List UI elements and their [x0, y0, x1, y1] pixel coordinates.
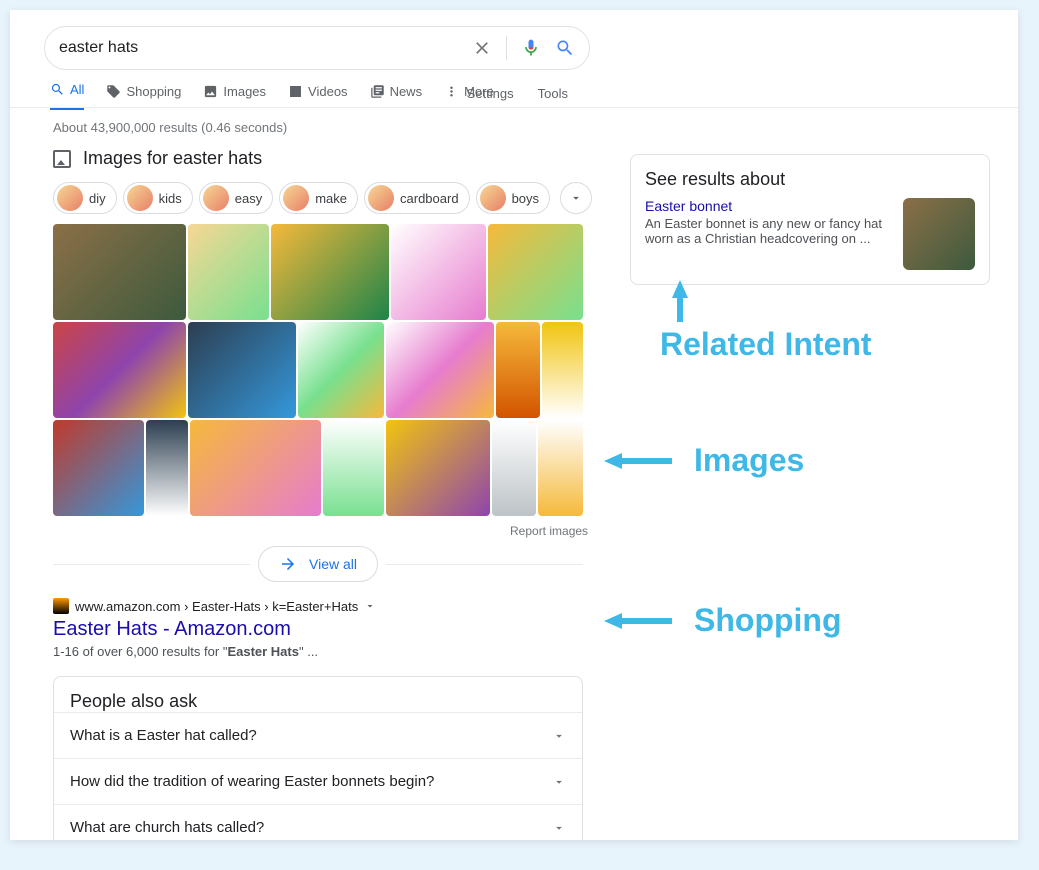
chip-avatar	[127, 185, 153, 211]
divider	[53, 564, 250, 565]
paa-item[interactable]: How did the tradition of wearing Easter …	[54, 758, 582, 804]
paa-heading: People also ask	[54, 677, 582, 712]
chevron-down-icon	[569, 191, 583, 205]
tab-news[interactable]: News	[370, 84, 423, 109]
result-breadcrumb[interactable]: www.amazon.com › Easter-Hats › k=Easter+…	[53, 598, 583, 614]
chip-avatar	[57, 185, 83, 211]
chip-avatar	[368, 185, 394, 211]
result-snippet: 1-16 of over 6,000 results for "Easter H…	[53, 644, 583, 659]
image-thumbnail[interactable]	[188, 322, 296, 418]
tab-label: Videos	[308, 84, 348, 99]
chevron-down-icon	[552, 775, 566, 789]
tab-label: News	[390, 84, 423, 99]
image-thumbnail[interactable]	[488, 224, 583, 320]
image-thumbnail[interactable]	[146, 420, 188, 516]
kp-heading: See results about	[645, 169, 975, 190]
image-thumbnail[interactable]	[386, 322, 495, 418]
chip-diy[interactable]: diy	[53, 182, 117, 214]
microphone-icon[interactable]	[521, 38, 541, 58]
kp-entry[interactable]: Easter bonnet An Easter bonnet is any ne…	[645, 198, 975, 270]
tab-label: Shopping	[126, 84, 181, 99]
tools-row: Settings Tools	[467, 86, 568, 101]
chevron-down-icon	[552, 729, 566, 743]
paa-item[interactable]: What are church hats called?	[54, 804, 582, 840]
chip-boys[interactable]: boys	[476, 182, 550, 214]
knowledge-panel: See results about Easter bonnet An Easte…	[630, 154, 990, 285]
chip-more-button[interactable]	[560, 182, 592, 214]
image-icon	[203, 84, 218, 99]
tag-icon	[106, 84, 121, 99]
annotation-images: Images	[604, 442, 804, 479]
tab-label: Images	[223, 84, 266, 99]
chip-avatar	[203, 185, 229, 211]
annotation-related-intent: Related Intent	[660, 280, 872, 363]
image-thumbnail[interactable]	[298, 322, 384, 418]
more-vert-icon	[444, 84, 459, 99]
search-icon	[50, 82, 65, 97]
image-thumbnail[interactable]	[323, 420, 385, 516]
chip-avatar	[480, 185, 506, 211]
kp-thumbnail	[903, 198, 975, 270]
report-images-link[interactable]: Report images	[510, 524, 588, 538]
paa-item[interactable]: What is a Easter hat called?	[54, 712, 582, 758]
image-thumbnail[interactable]	[391, 224, 487, 320]
organic-result: www.amazon.com › Easter-Hats › k=Easter+…	[53, 598, 583, 659]
image-thumbnail[interactable]	[496, 322, 540, 418]
chevron-down-icon	[552, 821, 566, 835]
chip-easy[interactable]: easy	[199, 182, 273, 214]
search-results-page: All Shopping Images Videos News More Set…	[10, 10, 1018, 840]
kp-snippet: An Easter bonnet is any new or fancy hat…	[645, 216, 891, 246]
search-bar[interactable]	[44, 26, 590, 70]
image-thumbnail[interactable]	[188, 224, 269, 320]
chip-cardboard[interactable]: cardboard	[364, 182, 470, 214]
tab-videos[interactable]: Videos	[288, 84, 348, 109]
view-all-row: View all	[53, 546, 583, 582]
search-icon[interactable]	[555, 38, 575, 58]
news-icon	[370, 84, 385, 99]
play-icon	[288, 84, 303, 99]
settings-link[interactable]: Settings	[467, 86, 514, 101]
image-filter-chips: diy kids easy make cardboard boys	[53, 182, 592, 214]
image-thumbnail[interactable]	[492, 420, 537, 516]
chip-kids[interactable]: kids	[123, 182, 193, 214]
kp-link[interactable]: Easter bonnet	[645, 198, 891, 214]
divider	[506, 36, 507, 60]
image-thumbnail[interactable]	[53, 420, 144, 516]
caret-down-icon[interactable]	[364, 600, 376, 612]
image-icon	[53, 150, 71, 168]
tab-shopping[interactable]: Shopping	[106, 84, 181, 109]
images-heading-text: Images for easter hats	[83, 148, 262, 169]
view-all-button[interactable]: View all	[258, 546, 378, 582]
chip-avatar	[283, 185, 309, 211]
arrow-right-icon	[279, 555, 297, 573]
tools-link[interactable]: Tools	[538, 86, 568, 101]
favicon-icon	[53, 598, 69, 614]
images-heading[interactable]: Images for easter hats	[53, 148, 262, 169]
result-stats: About 43,900,000 results (0.46 seconds)	[53, 120, 287, 135]
image-thumbnail[interactable]	[386, 420, 489, 516]
image-thumbnail[interactable]	[190, 420, 321, 516]
chip-make[interactable]: make	[279, 182, 358, 214]
image-thumbnail[interactable]	[542, 322, 583, 418]
tab-label: All	[70, 82, 84, 97]
image-thumbnail[interactable]	[53, 224, 186, 320]
search-input[interactable]	[59, 39, 472, 57]
clear-icon[interactable]	[472, 38, 492, 58]
divider	[10, 107, 1018, 108]
arrow-left-icon	[604, 613, 622, 629]
arrow-left-icon	[604, 453, 622, 469]
result-title-link[interactable]: Easter Hats - Amazon.com	[53, 618, 583, 641]
tab-images[interactable]: Images	[203, 84, 266, 109]
divider	[386, 564, 583, 565]
annotation-shopping: Shopping	[604, 602, 842, 639]
image-thumbnail[interactable]	[271, 224, 389, 320]
people-also-ask: People also ask What is a Easter hat cal…	[53, 676, 583, 840]
image-grid	[53, 224, 583, 516]
image-thumbnail[interactable]	[538, 420, 583, 516]
tab-all[interactable]: All	[50, 82, 84, 110]
arrow-up-icon	[672, 280, 688, 298]
image-thumbnail[interactable]	[53, 322, 186, 418]
